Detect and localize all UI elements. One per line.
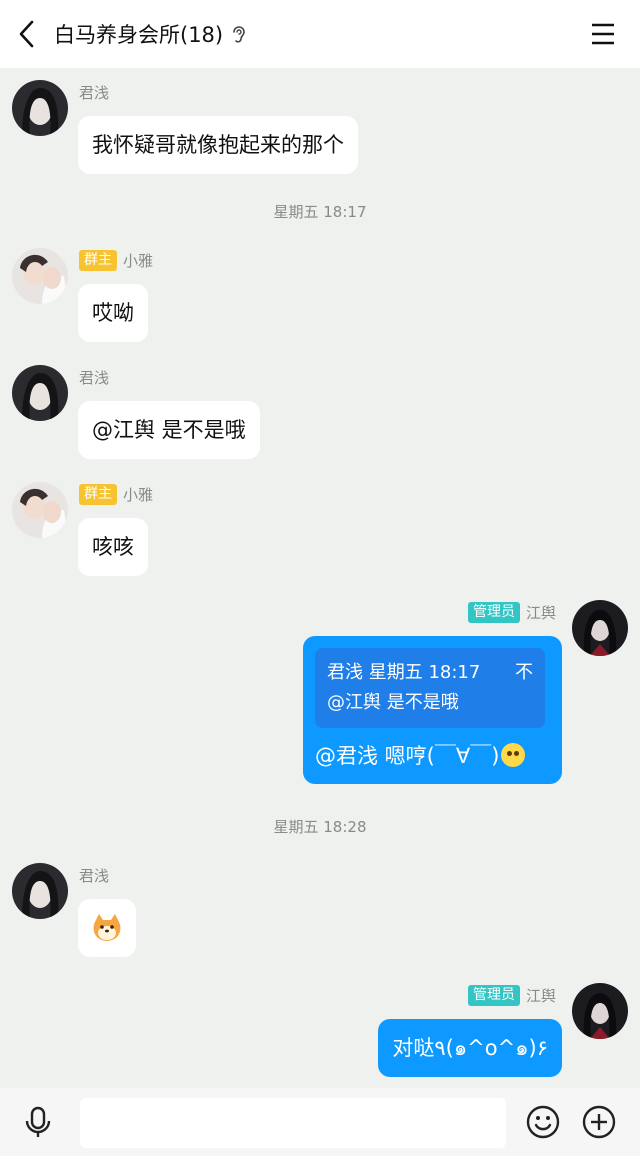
- back-arrow-icon[interactable]: [0, 0, 54, 68]
- admin-badge: 管理员: [467, 985, 520, 1006]
- sender-name-line: 君浅: [79, 865, 109, 886]
- input-bar: [0, 1088, 640, 1156]
- sender-name-line: 管理员 江舆: [467, 602, 556, 623]
- sender-name: 小雅: [123, 486, 154, 504]
- owner-badge: 群主: [79, 250, 117, 271]
- sender-name-line: 君浅: [79, 367, 109, 388]
- chat-header: 白马养身会所(18): [0, 0, 640, 68]
- quote-close: 不: [515, 662, 533, 683]
- avatar[interactable]: [12, 365, 68, 421]
- message-text: @君浅 嗯哼(￣∀￣): [315, 744, 500, 768]
- avatar[interactable]: [12, 248, 68, 304]
- sender-name: 君浅: [79, 84, 110, 102]
- sticker-message[interactable]: [78, 899, 136, 957]
- message-bubble[interactable]: 咳咳: [78, 518, 148, 576]
- avatar[interactable]: [12, 863, 68, 919]
- timestamp: 星期五 18:17: [273, 203, 367, 221]
- add-icon[interactable]: [581, 1104, 617, 1140]
- quote-header: 君浅 星期五 18:17: [327, 662, 481, 683]
- sender-name-line: 群主 小雅: [79, 250, 153, 271]
- menu-icon[interactable]: [590, 22, 616, 46]
- message-bubble[interactable]: 君浅 星期五 18:17 不 @江舆 是不是哦 @君浅 嗯哼(￣∀￣): [303, 636, 562, 784]
- sender-name-line: 君浅: [79, 82, 109, 103]
- avatar[interactable]: [12, 482, 68, 538]
- message-bubble[interactable]: @江舆 是不是哦: [78, 401, 260, 459]
- avatar[interactable]: [12, 80, 68, 136]
- admin-badge: 管理员: [467, 602, 520, 623]
- avatar[interactable]: [572, 983, 628, 1039]
- message-bubble[interactable]: 我怀疑哥就像抱起来的那个: [78, 116, 358, 174]
- timestamp: 星期五 18:28: [273, 818, 367, 836]
- chat-title: 白马养身会所(18): [54, 23, 224, 47]
- message-list[interactable]: 君浅 我怀疑哥就像抱起来的那个 星期五 18:17 群主 小雅 哎呦 君浅 @江…: [0, 68, 640, 1088]
- message-bubble[interactable]: 哎呦: [78, 284, 148, 342]
- sender-name: 江舆: [525, 987, 556, 1005]
- quote-text: @江舆 是不是哦: [327, 692, 459, 713]
- message-input[interactable]: [80, 1098, 506, 1148]
- rolling-eyes-emoji-icon: [501, 743, 526, 767]
- sender-name-line: 群主 小雅: [79, 484, 153, 505]
- shiba-sticker-icon: [93, 914, 121, 941]
- microphone-icon[interactable]: [20, 1104, 56, 1140]
- sender-name: 君浅: [79, 867, 110, 885]
- sender-name: 君浅: [79, 369, 110, 387]
- emoji-icon[interactable]: [525, 1104, 561, 1140]
- ear-icon[interactable]: [231, 23, 249, 45]
- quoted-message[interactable]: 君浅 星期五 18:17 不 @江舆 是不是哦: [315, 648, 545, 728]
- sender-name: 江舆: [525, 604, 556, 622]
- message-bubble[interactable]: 对哒٩(๑^o^๑)۶: [378, 1019, 562, 1077]
- sender-name-line: 管理员 江舆: [467, 985, 556, 1006]
- owner-badge: 群主: [79, 484, 117, 505]
- avatar[interactable]: [572, 600, 628, 656]
- sender-name: 小雅: [123, 252, 154, 270]
